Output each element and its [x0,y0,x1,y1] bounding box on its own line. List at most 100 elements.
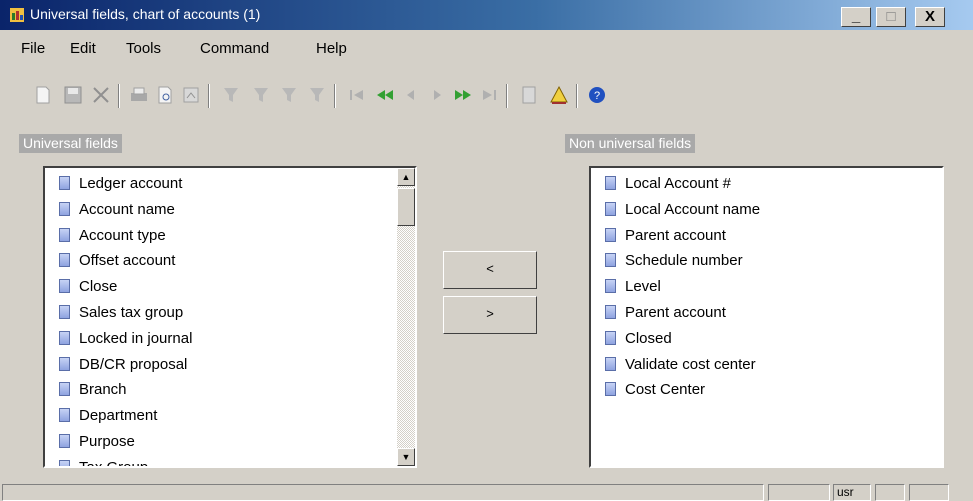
non-universal-fields-label: Non universal fields [565,134,696,153]
alert-icon[interactable] [548,84,570,106]
list-item[interactable]: Close [57,274,192,300]
list-item[interactable]: Local Account # [603,171,760,197]
list-item-label: Level [625,278,661,296]
field-icon [59,382,70,397]
filter-icon[interactable] [220,84,242,106]
list-item-label: Account type [79,226,166,244]
list-item[interactable]: Locked in journal [57,326,192,352]
scroll-up-button[interactable]: ▲ [397,168,415,186]
non-universal-fields-list[interactable]: Local Account # Local Account name Parent … [589,166,944,468]
field-icon [605,279,616,294]
menu-command[interactable]: Command [200,40,269,57]
universal-fields-scrollbar[interactable]: ▲ ▼ [397,168,415,466]
next-record-icon[interactable] [426,84,448,106]
previous-record-icon[interactable] [400,84,422,106]
toolbar-separator [118,84,120,108]
list-item[interactable]: Parent account [603,300,760,326]
scroll-thumb[interactable] [397,188,415,226]
list-item-label: Ledger account [79,175,183,192]
field-icon [59,433,70,448]
list-item[interactable]: Account name [57,197,192,223]
field-icon [605,253,616,268]
previous-page-icon[interactable] [374,84,396,106]
field-icon [605,227,616,242]
list-item[interactable]: Department [57,403,192,429]
move-right-button[interactable]: > [443,296,537,334]
maximize-button[interactable]: □ [876,7,906,27]
field-icon [605,330,616,345]
toolbar-separator [576,84,578,108]
list-item[interactable]: Validate cost center [603,352,760,378]
list-item[interactable]: Ledger account [57,171,192,197]
list-item-label: Local Account name [625,200,761,218]
new-icon[interactable] [32,84,54,106]
list-item-label: Cost Center [625,381,706,399]
document-icon[interactable] [518,84,540,106]
list-item-label: Local Account # [625,175,731,192]
close-button[interactable]: X [915,7,945,27]
field-icon [59,408,70,423]
list-item-label: Schedule number [625,252,743,270]
list-item-label: Sales tax group [79,303,184,321]
print-icon[interactable] [128,84,150,106]
list-item[interactable]: Schedule number [603,248,760,274]
list-item-label: Branch [79,381,127,399]
scroll-down-button[interactable]: ▼ [397,448,415,466]
universal-fields-list[interactable]: Ledger account Account name Account type Of… [43,166,417,468]
list-item[interactable]: Cost Center [603,377,760,403]
field-icon [59,304,70,319]
move-left-button[interactable]: < [443,251,537,289]
list-item[interactable]: Offset account [57,248,192,274]
list-item-label: Validate cost center [625,355,756,373]
advanced-filter-icon[interactable] [278,84,300,106]
first-record-icon[interactable] [346,84,368,106]
list-item[interactable]: Account type [57,223,192,249]
field-icon [605,304,616,319]
list-item[interactable]: Branch [57,377,192,403]
status-db-icon [875,484,905,501]
field-icon [59,176,70,190]
list-item[interactable]: Sales tax group [57,300,192,326]
last-record-icon[interactable] [478,84,500,106]
menu-file[interactable]: File [21,40,45,57]
field-icon [59,227,70,242]
toolbar: ? [18,76,778,114]
menu-tools[interactable]: Tools [126,40,161,57]
list-item[interactable]: Closed [603,326,760,352]
universal-fields-label: Universal fields [19,134,122,153]
field-icon [605,356,616,371]
list-item[interactable]: DB/CR proposal [57,352,192,378]
minimize-button[interactable]: _ [841,7,871,27]
filter-by-selection-icon[interactable] [250,84,272,106]
help-icon[interactable]: ? [586,84,608,106]
delete-icon[interactable] [90,84,112,106]
list-item-label: Close [79,278,118,296]
field-icon [59,201,70,216]
print-preview-icon[interactable] [154,84,176,106]
clear-filter-icon[interactable] [306,84,328,106]
list-item-label: Parent account [625,303,726,321]
field-icon [59,356,70,371]
status-message [2,484,764,501]
status-bar: usr [0,482,973,501]
list-item[interactable]: Local Account name [603,197,760,223]
report-icon[interactable] [180,84,202,106]
list-item-label: Locked in journal [79,329,193,347]
list-item[interactable]: Parent account [603,223,760,249]
status-user: usr [833,484,871,501]
list-item-label: Parent account [625,226,726,244]
field-icon [605,201,616,216]
menu-help[interactable]: Help [316,40,347,57]
list-item[interactable]: Purpose [57,429,192,455]
field-icon [605,382,616,397]
list-item-label: Purpose [79,432,135,450]
list-item-label: Account name [79,200,175,218]
save-icon[interactable] [62,84,84,106]
list-item[interactable]: Level [603,274,760,300]
next-page-icon[interactable] [452,84,474,106]
list-item[interactable]: Tax Group [57,455,192,466]
field-icon [59,253,70,268]
menu-edit[interactable]: Edit [70,40,96,57]
toolbar-separator [208,84,210,108]
list-item-label: Closed [625,329,672,347]
